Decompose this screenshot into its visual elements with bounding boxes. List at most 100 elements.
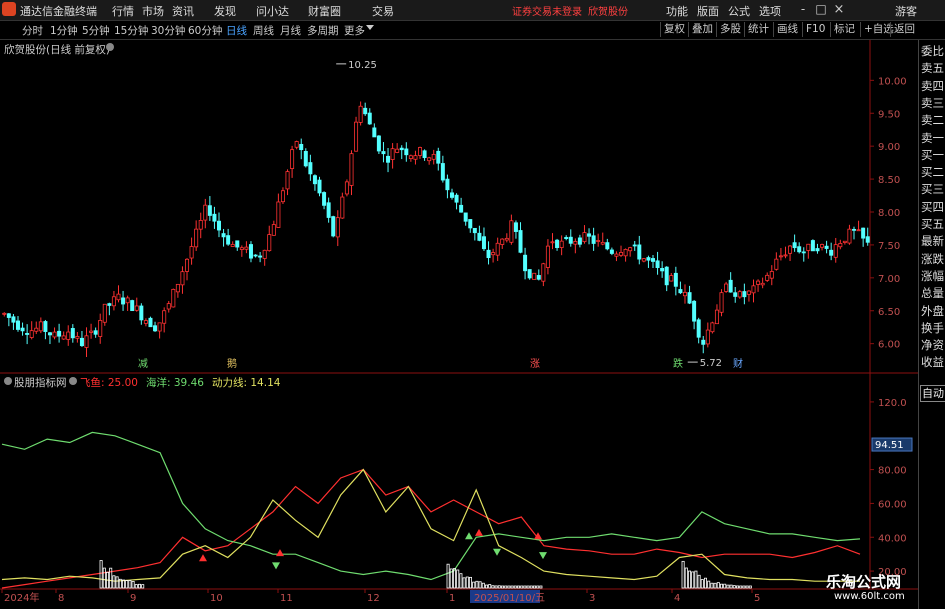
side-item-17[interactable]: 净资 (920, 338, 945, 353)
side-item-3[interactable]: 卖三 (920, 96, 945, 111)
menu-function[interactable]: 功能 (666, 3, 688, 19)
side-item-13[interactable]: 涨幅 (920, 269, 945, 284)
close-icon[interactable]: × (832, 2, 846, 17)
histogram-bar (481, 582, 485, 589)
side-item-1[interactable]: 卖五 (920, 61, 945, 76)
histogram-bar (478, 581, 482, 589)
price-chart-label[interactable]: 欣贺股份(日线 前复权) (4, 42, 110, 57)
side-item-5[interactable]: 卖一 (920, 131, 945, 146)
indicator-line-1 (1, 431, 861, 581)
mark-button[interactable]: 标记 (830, 22, 858, 37)
candle-body (25, 333, 30, 335)
menu-quotes[interactable]: 行情 (112, 3, 134, 19)
back-button[interactable]: 返回 (890, 22, 918, 37)
histogram-bar (533, 585, 537, 589)
period-5min[interactable]: 5分钟 (82, 23, 110, 38)
side-item-9[interactable]: 买四 (920, 200, 945, 215)
period-60min[interactable]: 60分钟 (188, 23, 222, 38)
side-item-15[interactable]: 外盘 (920, 304, 945, 319)
side-item-12[interactable]: 涨跌 (920, 252, 945, 267)
period-multi[interactable]: 多周期 (307, 23, 339, 38)
period-daily[interactable]: 日线 (226, 23, 247, 38)
period-weekly[interactable]: 周线 (253, 23, 274, 38)
candle-body (404, 148, 409, 156)
candle-body (856, 229, 861, 232)
menu-trade[interactable]: 交易 (372, 3, 394, 19)
menu-discover[interactable]: 发现 (214, 3, 236, 19)
indicator-settings-icon[interactable] (4, 377, 12, 385)
period-more[interactable]: 更多 (344, 23, 365, 38)
candle-body (472, 227, 477, 234)
signal-arrow (199, 554, 207, 562)
statistics-button[interactable]: 统计 (744, 22, 772, 37)
side-item-11[interactable]: 最新 (920, 234, 945, 249)
histogram-bar (507, 585, 511, 589)
adjust-button[interactable]: 复权 (660, 22, 688, 37)
histogram-bar (742, 585, 746, 589)
candle-body (568, 236, 573, 244)
auto-button[interactable]: 自动 (920, 385, 945, 402)
candle-body (70, 328, 75, 339)
date-label: 8 (58, 593, 64, 604)
candle-body (500, 238, 505, 245)
histogram-bar (520, 585, 524, 589)
menu-options[interactable]: 选项 (759, 3, 781, 19)
candle-body (495, 242, 500, 256)
high-label: 10.25 (348, 60, 377, 71)
guest-label[interactable]: 游客 (895, 3, 917, 19)
candle-body (806, 243, 811, 251)
indicator-dropdown-icon[interactable] (69, 377, 77, 385)
candle-body (381, 151, 386, 155)
draw-line-button[interactable]: 画线 (773, 22, 801, 37)
candle-body (468, 219, 473, 229)
candle-body (139, 305, 144, 321)
overlay-button[interactable]: 叠加 (688, 22, 716, 37)
menu-ask[interactable]: 问小达 (256, 3, 289, 19)
chevron-down-icon[interactable] (366, 25, 374, 30)
side-item-6[interactable]: 买一 (920, 148, 945, 163)
period-monthly[interactable]: 月线 (280, 23, 301, 38)
candle-body (445, 178, 450, 191)
low-label: 5.72 (700, 358, 722, 369)
menu-wealth[interactable]: 财富圈 (308, 3, 341, 19)
histogram-bar (134, 584, 138, 589)
price-tick-label: 9.50 (878, 109, 900, 120)
side-item-4[interactable]: 卖二 (920, 113, 945, 128)
indicator-tick-label: 40.00 (878, 533, 907, 544)
candle-body (623, 248, 628, 257)
candle-body (724, 283, 729, 292)
period-30min[interactable]: 30分钟 (151, 23, 185, 38)
side-item-14[interactable]: 总量 (920, 286, 945, 301)
histogram-bar (723, 583, 727, 589)
side-item-2[interactable]: 卖四 (920, 79, 945, 94)
maximize-icon[interactable]: □ (814, 2, 828, 16)
menu-layout[interactable]: 版面 (697, 3, 719, 19)
menu-market[interactable]: 市场 (142, 3, 164, 19)
candle-body (701, 339, 706, 345)
candle-body (783, 254, 788, 257)
minimize-icon[interactable]: - (796, 2, 810, 16)
signal-arrow (272, 562, 280, 570)
histogram-bar (459, 573, 463, 589)
side-item-7[interactable]: 买二 (920, 165, 945, 180)
menu-news[interactable]: 资讯 (172, 3, 194, 19)
side-item-16[interactable]: 换手 (920, 321, 945, 336)
login-status[interactable]: 证券交易未登录 (512, 3, 582, 18)
menu-formula[interactable]: 公式 (728, 3, 750, 19)
candle-body (221, 233, 226, 238)
histogram-bar (122, 579, 126, 589)
period-timeshare[interactable]: 分时 (22, 23, 43, 38)
candle-body (276, 201, 281, 228)
side-item-8[interactable]: 买三 (920, 182, 945, 197)
candle-body (413, 155, 418, 160)
side-item-18[interactable]: 收益 (920, 355, 945, 370)
side-item-0[interactable]: 委比 (920, 44, 945, 59)
indicator-label[interactable]: 股朋指标网 (14, 375, 67, 390)
side-item-10[interactable]: 买五 (920, 217, 945, 232)
period-15min[interactable]: 15分钟 (114, 23, 148, 38)
f10-button[interactable]: F10 (802, 22, 828, 37)
period-1min[interactable]: 1分钟 (50, 23, 78, 38)
candle-body (573, 241, 578, 245)
multi-stock-button[interactable]: 多股 (716, 22, 744, 37)
settings-icon[interactable] (106, 43, 114, 51)
